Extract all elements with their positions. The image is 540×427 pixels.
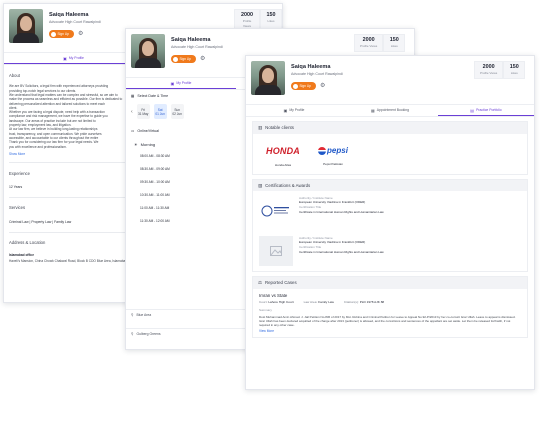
case-item: Imran vs State Court: Lahore High Court … (253, 289, 527, 337)
profile-stats: 2000 Profile Views 150 Likes (474, 61, 526, 79)
share-icon[interactable]: ⚙ (78, 31, 84, 37)
client-item: pepsi Pepsi Pakistan (313, 140, 353, 168)
profile-title: Advocate High Court Rawalpindi (49, 20, 101, 24)
toggle-dot-icon (172, 56, 178, 62)
location-option[interactable]: ⚲ Gulberg Greens (126, 328, 246, 339)
tab-practice-portfolio[interactable]: ▤ Practice Portfolio (438, 105, 534, 116)
chevron-left-icon[interactable]: ‹ (131, 109, 133, 115)
certificate-icon: ▧ (258, 182, 263, 188)
view-more-link[interactable]: View More (259, 329, 521, 333)
stat-profile-views: 2000 Profile Views (354, 34, 384, 52)
client-label: Honda Atlas (274, 162, 292, 167)
time-slots: 08:00 AM - 08:30 AM 08:30 AM - 09:00 AM … (138, 151, 246, 227)
slot-header: ▦ Select Date & Time (131, 94, 169, 98)
profile-icon: ▣ (170, 80, 175, 86)
case-title: Imran vs State (259, 292, 288, 298)
university-logo (259, 196, 293, 226)
cases-header: ⚖ Reported Cases (253, 277, 527, 289)
clients-section: ▥ Notable clients HONDA Honda Atlas pepsi… (252, 121, 528, 175)
certifications-header: ▧ Certifications & Awards (253, 179, 527, 191)
profile-name: Saiqa Haleema (49, 12, 89, 18)
video-icon: ▭ (131, 129, 135, 134)
avatar (9, 9, 43, 43)
time-slot[interactable]: 09:30 AM - 10:00 AM (138, 177, 246, 188)
tab-appointment[interactable]: ▦ Appointment Booking (342, 105, 438, 116)
briefcase-icon: ▤ (470, 107, 475, 113)
cert-item: Authority / Institute Name European Univ… (253, 231, 527, 271)
certifications-section: ▧ Certifications & Awards Authority / Ins… (252, 178, 528, 272)
building-icon: ▥ (258, 125, 263, 130)
cert-title: Certificate in International Human Right… (299, 209, 384, 214)
gavel-icon: ⚖ (258, 280, 262, 285)
summary-label: Summary (259, 307, 272, 312)
reported-cases-section: ⚖ Reported Cases Imran vs State Court: La… (252, 276, 528, 338)
image-placeholder-icon (259, 236, 293, 266)
location-pin-icon: ⚲ (131, 313, 134, 317)
share-icon[interactable]: ⚙ (200, 56, 206, 62)
stat-likes: 150 Likes (383, 34, 406, 52)
time-slot[interactable]: 08:00 AM - 08:30 AM (138, 151, 246, 162)
avatar (131, 34, 165, 68)
pepsi-logo: pepsi (318, 146, 348, 156)
profile-title: Advocate High Court Rawalpindi (291, 72, 343, 76)
stat-likes: 150 Likes (503, 61, 526, 79)
avatar (251, 61, 285, 95)
status-button[interactable]: Sign Up (291, 82, 316, 90)
honda-logo: HONDA (266, 145, 300, 156)
tab-my-profile[interactable]: ▣ My Profile (4, 53, 143, 64)
client-label: Pepsi Pakistan (323, 161, 343, 166)
time-slot[interactable]: 10:30 AM - 11:00 AM (138, 190, 246, 201)
case-summary: Dost Muhammad Amin Ahmad. J. Jail Petiti… (259, 314, 516, 327)
profile-name: Saiqa Haleema (291, 64, 331, 70)
morning-group: ☀ Morning (134, 141, 156, 147)
calendar-icon: ▦ (370, 108, 375, 113)
date-picker: ‹ Fri 31 May Sat 01 Jun Sun 02 Jun (126, 104, 246, 120)
profile-icon: ▣ (283, 108, 288, 113)
profile-tabs: ▣ My Profile ▦ Appointment Booking ▤ Practi… (246, 104, 534, 117)
date-option[interactable]: Fri 31 May (136, 104, 150, 120)
status-button[interactable]: Sign Up (49, 30, 74, 38)
cert-item: Authority / Institute Name European Univ… (253, 191, 527, 231)
client-item: HONDA Honda Atlas (263, 140, 303, 168)
clients-header: ▥ Notable clients (253, 122, 527, 134)
time-slot[interactable]: 11:30 AM - 12:00 AM (138, 216, 246, 227)
profile-title: Advocate High Court Rawalpindi (171, 45, 223, 49)
stat-profile-views: 2000 Profile Views (474, 61, 504, 79)
profile-name: Saiqa Haleema (171, 37, 211, 43)
status-label: Sign Up (179, 57, 191, 61)
profile-card-portfolio: Saiqa Haleema Advocate High Court Rawalp… (245, 55, 535, 390)
tab-my-profile[interactable]: ▣ My Profile (246, 105, 342, 116)
clients-list: HONDA Honda Atlas pepsi Pepsi Pakistan (253, 134, 527, 174)
profile-header: Saiqa Haleema Advocate High Court Rawalp… (246, 56, 534, 104)
cert-title: Certificate in International Human Right… (299, 249, 384, 254)
tab-my-profile[interactable]: ▣ My Profile (126, 78, 236, 89)
case-meta: Court: Lahore High Court Law Area: Famil… (259, 300, 385, 304)
date-option[interactable]: Sun 02 Jun (170, 104, 184, 120)
time-slot[interactable]: 11:00 AM - 11:30 AM (138, 203, 246, 214)
status-label: Sign Up (57, 32, 69, 36)
date-option-selected[interactable]: Sat 01 Jun (153, 104, 167, 120)
profile-stats: 2000 Profile Views 150 Likes (354, 34, 406, 52)
time-slot[interactable]: 08:30 AM - 09:00 AM (138, 164, 246, 175)
location-option[interactable]: ⚲ Blue Area (126, 309, 246, 320)
toggle-dot-icon (50, 31, 56, 37)
cert-authority: European University Viadrina in Frankfur… (299, 240, 366, 245)
cert-authority: European University Viadrina in Frankfur… (299, 200, 366, 205)
sun-icon: ☀ (134, 141, 138, 147)
profile-icon: ▣ (63, 55, 67, 61)
status-label: Sign Up (299, 84, 311, 88)
status-button[interactable]: Sign Up (171, 55, 196, 63)
location-pin-icon: ⚲ (131, 332, 134, 336)
calendar-icon: ▦ (131, 94, 135, 98)
mode-online[interactable]: ▭ Online/Virtual (131, 127, 241, 133)
toggle-dot-icon (292, 83, 298, 89)
share-icon[interactable]: ⚙ (320, 83, 326, 89)
